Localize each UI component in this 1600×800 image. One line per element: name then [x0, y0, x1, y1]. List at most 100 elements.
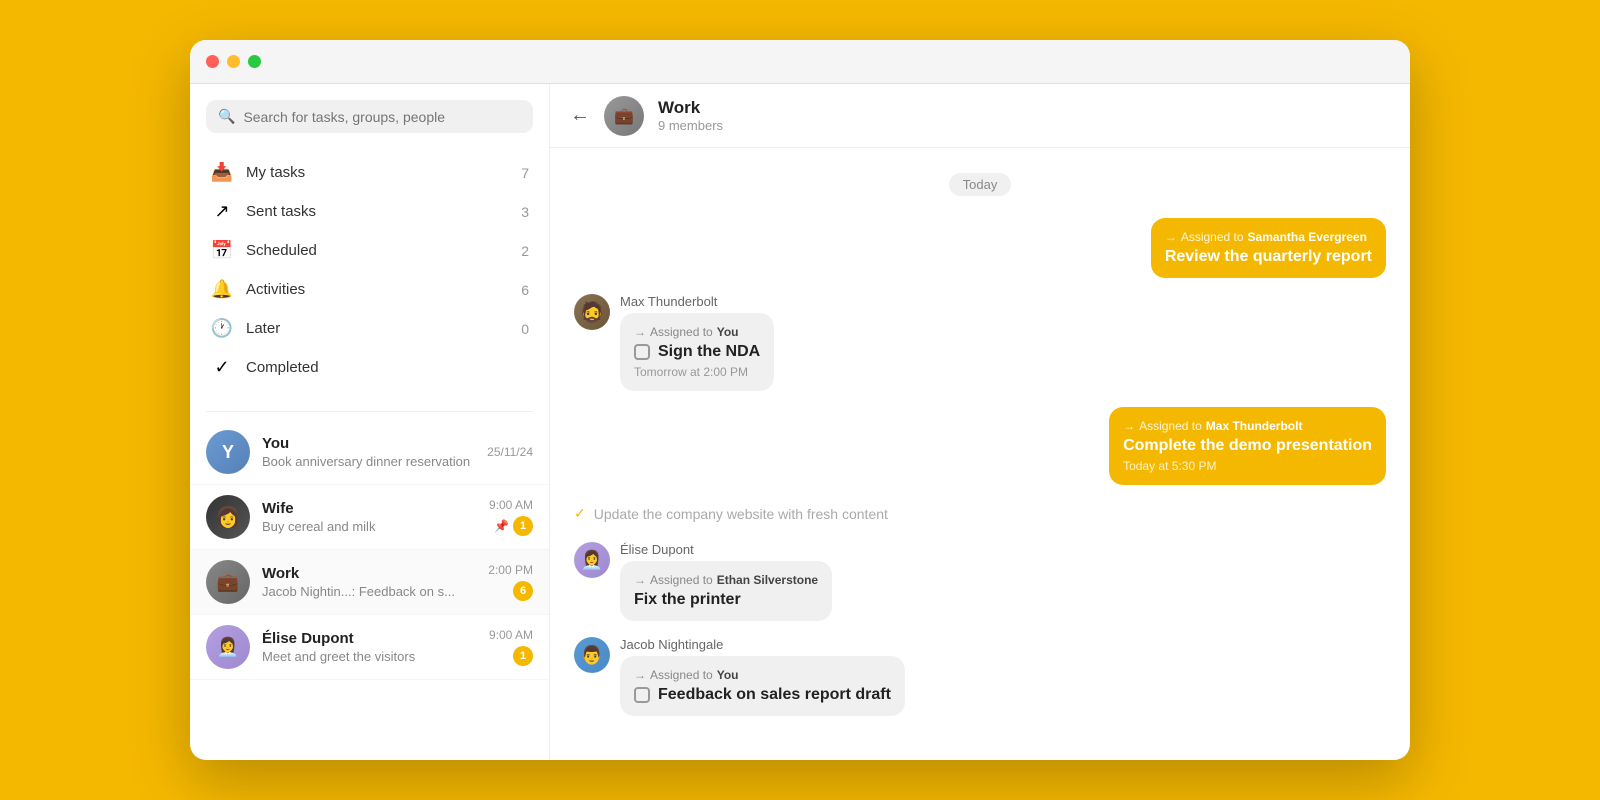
badge-work: 6	[513, 581, 533, 601]
activities-label: Activities	[246, 281, 509, 298]
task-title-outgoing-1: Review the quarterly report	[1165, 248, 1372, 266]
msg-content-incoming-2: Élise Dupont → Assigned to Ethan Silvers…	[620, 542, 832, 621]
bubble-incoming-1: → Assigned to You Sign the NDA Tomorrow …	[620, 313, 774, 391]
group-members: 9 members	[658, 118, 723, 133]
sender-max: Max Thunderbolt	[620, 294, 774, 309]
scheduled-label: Scheduled	[246, 242, 509, 259]
my-tasks-label: My tasks	[246, 164, 509, 181]
badge-wife: 1	[513, 516, 533, 536]
clock-icon: 🕐	[210, 318, 234, 339]
search-bar[interactable]: 🔍	[206, 100, 533, 133]
chat-preview-you: Book anniversary dinner reservation	[262, 454, 475, 469]
avatar-elise: 👩‍💼	[206, 625, 250, 669]
msg-content-outgoing-1: → Assigned to Samantha Evergreen Review …	[1151, 218, 1386, 278]
app-body: 🔍 📥 My tasks 7 ↗ Sent tasks 3 📅 Schedule…	[190, 84, 1410, 760]
chat-header-info: Work 9 members	[658, 98, 723, 133]
group-name: Work	[658, 98, 723, 118]
chat-preview-wife: Buy cereal and milk	[262, 519, 477, 534]
bubble-incoming-2: → Assigned to Ethan Silverstone Fix the …	[620, 561, 832, 621]
sent-tasks-count: 3	[521, 204, 529, 220]
date-label: Today	[574, 176, 1386, 194]
avatar-max: 🧔	[574, 294, 610, 330]
chat-info-work: Work Jacob Nightin...: Feedback on s...	[262, 565, 476, 599]
avatar-you: Y	[206, 430, 250, 474]
app-window: 🔍 📥 My tasks 7 ↗ Sent tasks 3 📅 Schedule…	[190, 40, 1410, 760]
assigned-line-1: → Assigned to Samantha Evergreen	[1165, 230, 1372, 244]
arrow-icon-i1: →	[634, 325, 646, 339]
minimize-button[interactable]	[227, 55, 240, 68]
badge-elise: 1	[513, 646, 533, 666]
main-chat: ← 💼 Work 9 members Today	[550, 84, 1410, 760]
nav-items: 📥 My tasks 7 ↗ Sent tasks 3 📅 Scheduled …	[190, 153, 549, 387]
chat-item-work[interactable]: 💼 Work Jacob Nightin...: Feedback on s..…	[190, 550, 549, 615]
sender-jacob: Jacob Nightingale	[620, 637, 905, 652]
sidebar-divider	[206, 411, 533, 412]
assignee-i3: You	[717, 668, 739, 682]
completed-check-icon: ✓	[574, 505, 586, 522]
task-checkbox-i1[interactable]	[634, 344, 650, 360]
chat-time-wife: 9:00 AM	[489, 498, 533, 512]
later-label: Later	[246, 320, 509, 337]
chat-name-wife: Wife	[262, 500, 477, 517]
scheduled-count: 2	[521, 243, 529, 259]
avatar-wife: 👩	[206, 495, 250, 539]
arrow-icon-i3: →	[634, 668, 646, 682]
calendar-icon: 📅	[210, 240, 234, 261]
chat-name-elise: Élise Dupont	[262, 630, 477, 647]
sidebar-item-my-tasks[interactable]: 📥 My tasks 7	[198, 153, 541, 192]
chat-info-you: You Book anniversary dinner reservation	[262, 435, 475, 469]
sidebar-item-scheduled[interactable]: 📅 Scheduled 2	[198, 231, 541, 270]
activities-count: 6	[521, 282, 529, 298]
task-due-i1: Tomorrow at 2:00 PM	[634, 365, 760, 379]
search-input[interactable]	[243, 109, 521, 125]
sidebar-item-later[interactable]: 🕐 Later 0	[198, 309, 541, 348]
bubble-outgoing-2: → Assigned to Max Thunderbolt Complete t…	[1109, 407, 1386, 485]
task-row-i1: Sign the NDA	[634, 343, 760, 361]
chat-info-elise: Élise Dupont Meet and greet the visitors	[262, 630, 477, 664]
msg-content-incoming-3: Jacob Nightingale → Assigned to You Feed…	[620, 637, 905, 716]
back-button[interactable]: ←	[570, 104, 590, 127]
assignee-i2: Ethan Silverstone	[717, 573, 818, 587]
bubble-outgoing-1: → Assigned to Samantha Evergreen Review …	[1151, 218, 1386, 278]
chat-item-you[interactable]: Y You Book anniversary dinner reservatio…	[190, 420, 549, 485]
my-tasks-count: 7	[521, 165, 529, 181]
avatar-elise-msg: 👩‍💼	[574, 542, 610, 578]
sidebar-item-activities[interactable]: 🔔 Activities 6	[198, 270, 541, 309]
titlebar	[190, 40, 1410, 84]
bell-icon: 🔔	[210, 279, 234, 300]
message-incoming-3: 👨 Jacob Nightingale → Assigned to You	[574, 637, 1386, 716]
sidebar-item-sent-tasks[interactable]: ↗ Sent tasks 3	[198, 192, 541, 231]
completed-label: Completed	[246, 359, 529, 376]
chat-header: ← 💼 Work 9 members	[550, 84, 1410, 148]
close-button[interactable]	[206, 55, 219, 68]
chat-time-you: 25/11/24	[487, 445, 533, 459]
avatar-jacob: 👨	[574, 637, 610, 673]
sent-tasks-label: Sent tasks	[246, 203, 509, 220]
assigned-line-i2: → Assigned to Ethan Silverstone	[634, 573, 818, 587]
chat-item-elise[interactable]: 👩‍💼 Élise Dupont Meet and greet the visi…	[190, 615, 549, 680]
search-icon: 🔍	[218, 108, 235, 125]
chat-name-you: You	[262, 435, 475, 452]
assigned-line-outgoing-2: → Assigned to Max Thunderbolt	[1123, 419, 1372, 433]
sidebar: 🔍 📥 My tasks 7 ↗ Sent tasks 3 📅 Schedule…	[190, 84, 550, 760]
task-checkbox-i3[interactable]	[634, 687, 650, 703]
sender-elise: Élise Dupont	[620, 542, 832, 557]
chat-item-wife[interactable]: 👩 Wife Buy cereal and milk 9:00 AM 📌 1	[190, 485, 549, 550]
assigned-line-i3: → Assigned to You	[634, 668, 891, 682]
chat-meta-elise: 9:00 AM 1	[489, 628, 533, 666]
completed-task: ✓ Update the company website with fresh …	[574, 501, 1386, 526]
maximize-button[interactable]	[248, 55, 261, 68]
checkmark-icon: ✓	[210, 357, 234, 378]
chat-meta-wife: 9:00 AM 📌 1	[489, 498, 533, 536]
chat-name-work: Work	[262, 565, 476, 582]
assigned-line-incoming-1: → Assigned to You	[634, 325, 760, 339]
chat-time-elise: 9:00 AM	[489, 628, 533, 642]
arrow-icon-o2: →	[1123, 419, 1135, 433]
assignee-o2: Max Thunderbolt	[1206, 419, 1303, 433]
msg-content-outgoing-2: → Assigned to Max Thunderbolt Complete t…	[1109, 407, 1386, 485]
task-title-o2: Complete the demo presentation	[1123, 437, 1372, 455]
assignee-i1: You	[717, 325, 739, 339]
sidebar-item-completed[interactable]: ✓ Completed	[198, 348, 541, 387]
completed-task-text: Update the company website with fresh co…	[594, 506, 888, 522]
arrow-icon-1: →	[1165, 230, 1177, 244]
